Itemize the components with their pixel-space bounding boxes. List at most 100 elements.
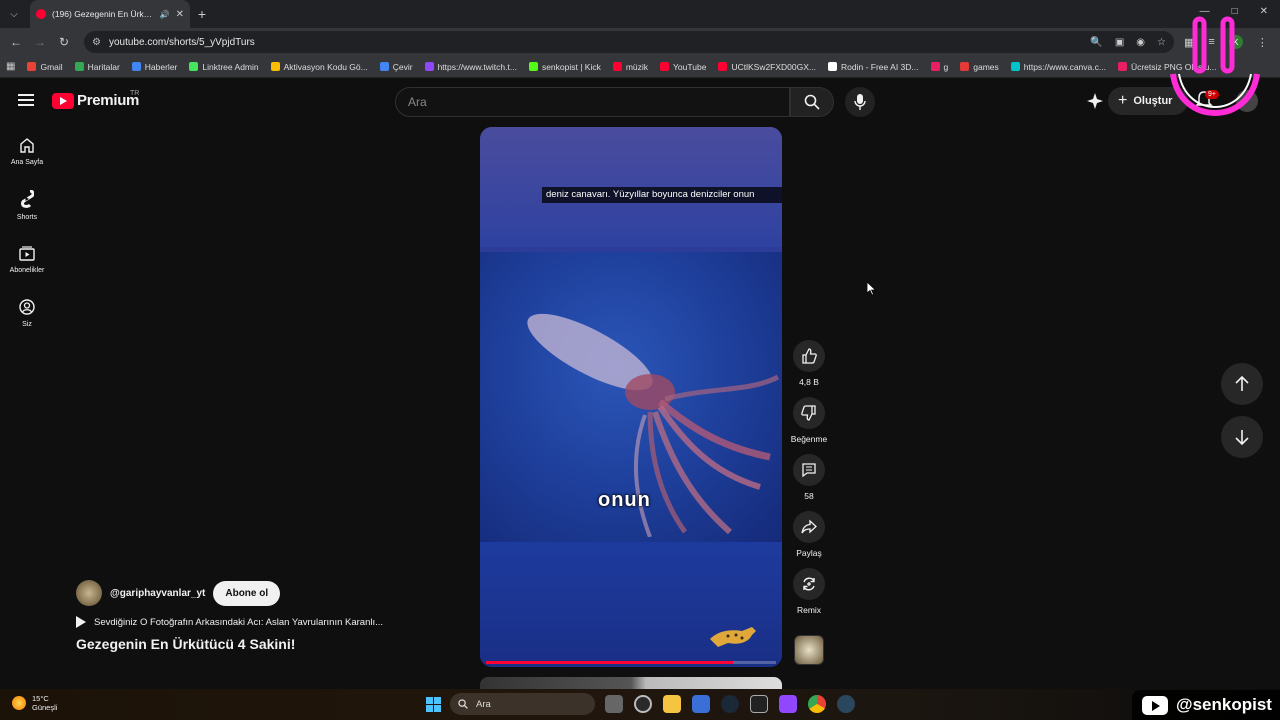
task-view-icon[interactable] (605, 695, 623, 713)
bookmark-label: Rodin - Free AI 3D... (841, 61, 919, 72)
comments-button[interactable]: 58 (788, 454, 830, 501)
shorts-actions: 4,8 B Beğenme 58 Paylaş Remix (788, 340, 830, 625)
search-button[interactable] (790, 87, 834, 117)
home-icon (20, 137, 34, 153)
bookmark-item[interactable]: Çevir (379, 62, 413, 72)
sidebar-item-shorts[interactable]: Shorts (0, 178, 54, 232)
sidebar-item-subscriptions[interactable]: Abonelikler (0, 232, 54, 286)
bookmark-item[interactable]: senkopist | Kick (528, 62, 601, 72)
studio-sparkle-icon[interactable] (1086, 92, 1104, 110)
bookmark-item[interactable]: https://www.twitch.t... (424, 62, 517, 72)
mouse-cursor-icon (867, 282, 877, 296)
bookmark-item[interactable]: https://www.canva.c... (1010, 62, 1106, 72)
windows-taskbar: 15°C Güneşli Ara (0, 689, 1280, 720)
site-info-icon[interactable]: ⚙ (92, 37, 101, 48)
back-icon[interactable]: ← (4, 35, 28, 49)
previous-short-button[interactable] (1221, 363, 1263, 405)
weather-widget[interactable]: 15°C Güneşli (12, 694, 57, 712)
bookmark-label: Haberler (144, 61, 178, 72)
bookmark-item[interactable]: YouTube (660, 62, 706, 72)
bookmark-item[interactable]: Haritalar (74, 62, 120, 72)
dislike-label: Beğenme (790, 434, 828, 444)
browser-toolbar: ← → ↻ ⚙ youtube.com/shorts/5_yVpjdTurs 🔍… (0, 28, 1280, 56)
bookmark-item[interactable]: Linktree Admin (189, 62, 259, 72)
bookmark-favicon-icon (189, 62, 199, 71)
comment-count: 58 (804, 491, 814, 501)
bookmark-favicon-icon (424, 62, 434, 71)
arrow-down-icon (1235, 430, 1249, 445)
share-button[interactable]: Paylaş (788, 511, 830, 558)
audio-source-thumbnail[interactable] (794, 635, 824, 665)
bookmark-item[interactable]: Aktivasyon Kodu Gö... (270, 62, 368, 72)
bookmark-favicon-icon (27, 62, 37, 71)
new-tab-button[interactable]: + (190, 6, 214, 22)
channel-avatar[interactable] (76, 580, 102, 606)
streamer-handle: @senkopist (1176, 695, 1272, 714)
eye-off-icon[interactable]: ◉ (1136, 37, 1145, 48)
youtube-header: Premium TR Ara + Oluştur 9+ (0, 78, 1280, 124)
bookmarks-bar: ▦ Gmail Haritalar Haberler Linktree Admin Ak… (0, 56, 1280, 78)
cast-icon[interactable]: ▣ (1115, 37, 1124, 48)
shorts-metadata: @gariphayvanlar_yt Abone ol Sevdiğiniz O… (76, 580, 436, 652)
related-video-link[interactable]: Sevdiğiniz O Fotoğrafın Arkasındaki Acı:… (76, 616, 436, 628)
microphone-icon (854, 94, 866, 110)
video-caption-word: onun (598, 489, 651, 511)
bookmark-favicon-icon (270, 62, 280, 71)
bookmark-favicon-icon (718, 62, 728, 71)
epic-games-icon[interactable] (750, 695, 768, 713)
steam-icon[interactable] (837, 695, 855, 713)
streamer-branding: @senkopist (1132, 690, 1280, 720)
bookmark-item[interactable]: Haberler (131, 61, 178, 72)
tab-search-icon[interactable]: ⌵ (0, 0, 28, 28)
app-icon[interactable] (634, 695, 652, 713)
bookmark-favicon-icon (528, 62, 538, 71)
remix-button[interactable]: Remix (788, 568, 830, 615)
bookmark-label: müzik (625, 61, 649, 72)
bookmark-item[interactable]: games (960, 62, 999, 72)
search-placeholder: Ara (408, 95, 427, 109)
bookmark-item[interactable]: müzik (612, 61, 649, 72)
tab-close-icon[interactable]: ✕ (176, 9, 184, 20)
twitch-icon[interactable] (779, 695, 797, 713)
bookmark-favicon-icon (74, 62, 84, 71)
bookmark-label: games (973, 61, 999, 72)
forward-icon[interactable]: → (28, 35, 52, 49)
reload-icon[interactable]: ↻ (52, 35, 76, 49)
like-count: 4,8 B (799, 377, 819, 387)
bookmark-item[interactable]: Rodin - Free AI 3D... (828, 61, 919, 72)
browser-tab-active[interactable]: (196) Gezegenin En Ürkütücü 4 Sakini! 🔊 … (30, 0, 190, 28)
menu-icon[interactable] (18, 94, 34, 106)
taskbar-search[interactable]: Ara (450, 693, 595, 715)
apps-grid-icon[interactable]: ▦ (6, 61, 15, 72)
comment-icon (802, 463, 816, 478)
sidebar-item-you[interactable]: Siz (0, 286, 54, 340)
bookmark-favicon-icon (930, 62, 940, 71)
dislike-button[interactable]: Beğenme (788, 397, 830, 444)
next-short-button[interactable] (1221, 416, 1263, 458)
url-text: youtube.com/shorts/5_yVpjdTurs (108, 36, 255, 48)
like-button[interactable]: 4,8 B (788, 340, 830, 387)
subscribe-button[interactable]: Abone ol (213, 580, 281, 606)
chrome-icon[interactable] (808, 695, 826, 713)
address-bar[interactable]: ⚙ youtube.com/shorts/5_yVpjdTurs 🔍 ▣ ◉ ☆ (84, 31, 1174, 53)
search-input[interactable]: Ara (395, 87, 790, 117)
youtube-premium-logo[interactable]: Premium TR (52, 90, 140, 109)
video-progress-bar[interactable] (486, 661, 776, 664)
file-explorer-icon[interactable] (663, 695, 681, 713)
plus-icon: + (1118, 92, 1128, 109)
thumbs-down-icon (801, 405, 816, 421)
store-icon[interactable] (692, 695, 710, 713)
country-code: TR (130, 90, 140, 97)
shorts-video-player[interactable]: deniz canavarı. Yüzyıllar boyunca denizc… (480, 127, 782, 667)
sidebar-item-home[interactable]: Ana Sayfa (0, 124, 54, 178)
tab-audio-icon[interactable]: 🔊 (160, 10, 170, 19)
windows-start-icon[interactable] (426, 697, 441, 712)
bookmark-item[interactable]: UCtlKSw2FXD00GX... (718, 62, 816, 72)
steam-icon[interactable] (721, 695, 739, 713)
bookmark-item[interactable]: Gmail (27, 62, 63, 72)
channel-name[interactable]: @gariphayvanlar_yt (110, 588, 205, 599)
taskbar-apps (605, 695, 855, 713)
bookmark-item[interactable]: g (930, 62, 948, 72)
zoom-icon[interactable]: 🔍 (1090, 37, 1102, 48)
voice-search-button[interactable] (845, 87, 875, 117)
